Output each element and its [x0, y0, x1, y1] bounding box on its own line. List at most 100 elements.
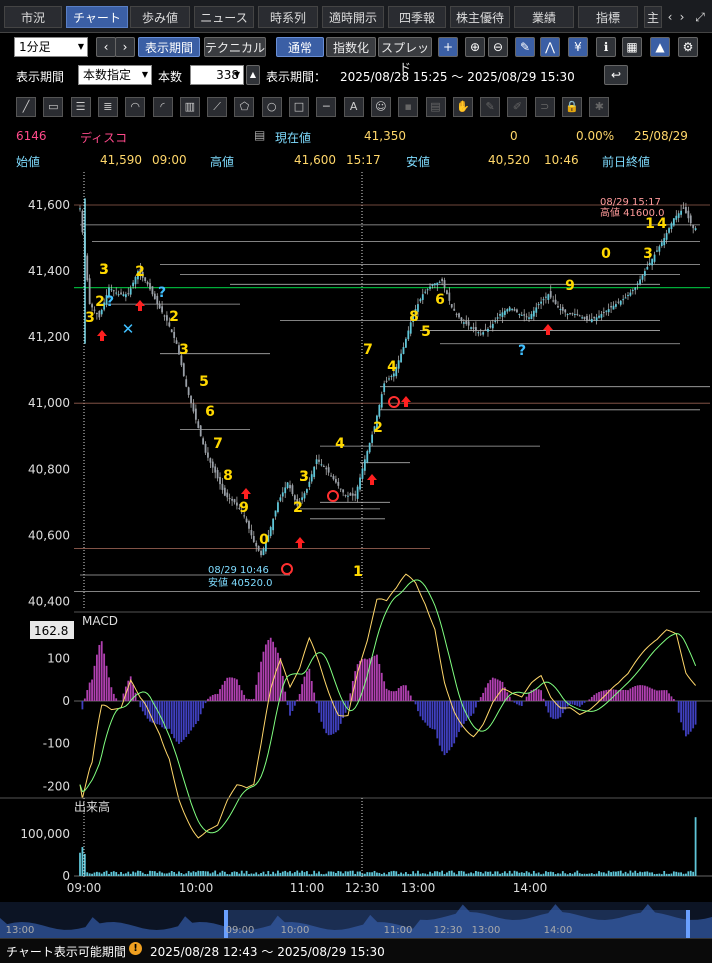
count-stepper-icon[interactable]: ▲ — [246, 65, 260, 85]
tab-6[interactable]: 四季報 — [388, 6, 446, 28]
crosshair-icon[interactable]: + — [438, 37, 458, 57]
interval-select[interactable]: 1分足 — [14, 37, 88, 57]
tab-4[interactable]: 時系列 — [258, 6, 318, 28]
settings-wrench-icon[interactable]: ⚙ — [678, 37, 698, 57]
candle-body — [453, 309, 455, 311]
fib-tool-icon[interactable]: ▥ — [180, 97, 200, 117]
pen-icon[interactable]: ✎ — [515, 37, 535, 57]
volume-bar — [226, 874, 228, 876]
candle-body — [219, 477, 221, 484]
info-icon[interactable]: ℹ — [596, 37, 616, 57]
signal-icon[interactable]: ⋀ — [540, 37, 560, 57]
candle-body — [473, 327, 475, 329]
line-tool-icon[interactable]: ╱ — [16, 97, 36, 117]
stamp-tool-icon[interactable]: ▪ — [398, 97, 418, 117]
macd-bar — [588, 699, 590, 701]
tab-1[interactable]: チャート — [66, 6, 128, 28]
volume-bar — [345, 871, 347, 876]
candle-body — [277, 502, 279, 512]
volume-bar — [634, 871, 636, 876]
icon-tool-icon[interactable]: ☺ — [371, 97, 391, 117]
rect-tool-icon[interactable]: □ — [289, 97, 309, 117]
tab-7[interactable]: 株主優待 — [450, 6, 510, 28]
macd-bar — [207, 699, 209, 701]
volume-bar — [135, 872, 137, 876]
price-chart[interactable]: 41,60041,40041,20041,00040,80040,60040,4… — [0, 172, 712, 962]
zoom-in-icon[interactable]: ⊕ — [465, 37, 485, 57]
macd-bar — [330, 701, 332, 735]
candle-body — [506, 309, 508, 311]
count-label: 2 — [135, 264, 145, 280]
note-tool-icon[interactable]: ▤ — [426, 97, 446, 117]
settings-tool-icon[interactable]: ✱ — [589, 97, 609, 117]
tab-5[interactable]: 適時開示 — [322, 6, 384, 28]
area-chart-icon[interactable]: ▲ — [650, 37, 670, 57]
volume-bar — [115, 872, 117, 876]
fan-tool-icon[interactable]: ◜ — [153, 97, 173, 117]
macd-bar — [340, 701, 342, 724]
period-button[interactable]: 表示期間 — [138, 37, 200, 57]
period-mode-select[interactable]: 本数指定 — [78, 65, 152, 85]
volume-bar — [106, 871, 108, 876]
candle-body — [270, 527, 272, 536]
tab-0[interactable]: 市況 — [4, 6, 62, 28]
volume-bar — [96, 872, 98, 876]
volume-bar — [110, 872, 112, 876]
index-button[interactable]: 指数化 — [326, 37, 376, 57]
next-arrow-icon[interactable]: › — [115, 37, 135, 57]
macd-bar — [538, 689, 540, 701]
macd-bar — [480, 697, 482, 701]
spread-button[interactable]: スプレッド — [378, 37, 432, 57]
tab-3[interactable]: ニュース — [194, 6, 254, 28]
my-chart-icon[interactable]: ▦ — [622, 37, 642, 57]
reset-icon[interactable]: ↩ — [604, 65, 628, 85]
gann-tool-icon[interactable]: ⟋ — [207, 97, 227, 117]
candle-body — [550, 291, 552, 297]
macd-title: MACD — [82, 614, 118, 628]
technical-button[interactable]: テクニカル — [204, 37, 266, 57]
macd-bar — [627, 690, 629, 701]
price-tick-label: 41,000 — [28, 396, 70, 410]
horizontal-line-icon[interactable]: ─ — [316, 97, 336, 117]
channel-tool-icon[interactable]: ≣ — [98, 97, 118, 117]
macd-bar — [202, 701, 204, 708]
yen-icon[interactable]: ¥ — [568, 37, 588, 57]
circle-tool-icon[interactable]: ○ — [262, 97, 282, 117]
tab-8[interactable]: 業績 — [514, 6, 574, 28]
volume-bar — [82, 847, 84, 876]
count-input[interactable]: 338 — [190, 65, 244, 85]
volume-bar — [398, 874, 400, 876]
zoom-out-icon[interactable]: ⊖ — [488, 37, 508, 57]
tab-10[interactable]: 主 — [644, 6, 662, 28]
expand-icon[interactable]: ⤢ — [692, 6, 708, 28]
volume-bar — [190, 873, 192, 876]
magnet-tool-icon[interactable]: ⊃ — [535, 97, 555, 117]
hline-tool-icon[interactable]: ☰ — [71, 97, 91, 117]
candle-body — [557, 306, 559, 307]
ruler-tool-icon[interactable]: ▭ — [43, 97, 63, 117]
price-tick-label: 40,400 — [28, 594, 70, 608]
polygon-tool-icon[interactable]: ⬠ — [234, 97, 254, 117]
volume-bar — [509, 871, 511, 876]
tab-next-icon[interactable]: › — [676, 6, 688, 28]
macd-bar — [193, 701, 195, 727]
tab-prev-icon[interactable]: ‹ — [664, 6, 676, 28]
hand-tool-icon[interactable]: ✋ — [453, 97, 473, 117]
normal-button[interactable]: 通常 — [276, 37, 324, 57]
text-tool-icon[interactable]: A — [344, 97, 364, 117]
eraser-tool-icon[interactable]: ✎ — [480, 97, 500, 117]
macd-bar — [222, 685, 224, 701]
tab-9[interactable]: 指標 — [578, 6, 638, 28]
macd-bar — [514, 701, 516, 703]
lock-tool-icon[interactable]: 🔒 — [562, 97, 582, 117]
tab-2[interactable]: 歩み値 — [130, 6, 190, 28]
high-value: 41,600 — [294, 153, 336, 167]
candle-body — [596, 317, 598, 320]
macd-bar — [284, 692, 286, 701]
volume-bar — [533, 871, 535, 876]
candle-body — [630, 293, 632, 296]
arc-tool-icon[interactable]: ◠ — [125, 97, 145, 117]
macd-bar — [98, 645, 100, 701]
edit-tool-icon[interactable]: ✐ — [507, 97, 527, 117]
prev-arrow-icon[interactable]: ‹ — [96, 37, 116, 57]
